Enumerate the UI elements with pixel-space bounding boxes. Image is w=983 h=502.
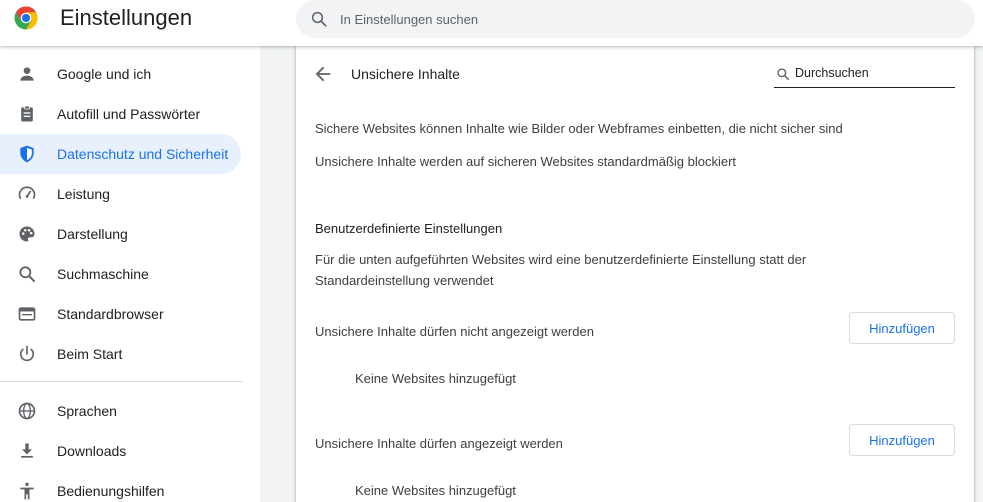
sidebar-item-label: Datenschutz und Sicherheit — [57, 146, 229, 162]
sidebar-divider — [0, 381, 243, 382]
sidebar-item-label: Leistung — [57, 186, 110, 202]
blocked-list-label: Unsichere Inhalte dürfen nicht angezeigt… — [315, 324, 594, 339]
sidebar-item-label: Suchmaschine — [57, 266, 149, 282]
accessibility-icon — [20, 482, 34, 500]
sidebar-item-sprachen[interactable]: Sprachen — [0, 391, 241, 431]
power-icon — [19, 345, 35, 362]
search-icon — [777, 68, 790, 81]
sidebar-item-autofill[interactable]: Autofill und Passwörter — [0, 94, 241, 134]
sidebar-item-downloads[interactable]: Downloads — [0, 431, 241, 471]
chrome-logo-icon — [14, 6, 38, 30]
sidebar-item-darstellung[interactable]: Darstellung — [0, 214, 241, 254]
default-state-text: Unsichere Inhalte werden auf sicheren We… — [315, 154, 737, 169]
custom-settings-description-line2: Standardeinstellung verwendet — [315, 273, 494, 288]
sidebar-item-bedienungshilfen[interactable]: Bedienungshilfen — [0, 471, 241, 502]
add-allowed-site-button[interactable]: Hinzufügen — [849, 424, 955, 456]
page-title: Unsichere Inhalte — [351, 66, 460, 82]
content-search-input[interactable] — [795, 63, 950, 83]
allowed-empty-note: Keine Websites hinzugefügt — [355, 483, 516, 498]
clipboard-icon — [21, 105, 33, 122]
person-icon — [20, 67, 34, 81]
back-arrow-icon[interactable] — [312, 63, 334, 85]
sidebar-item-label: Standardbrowser — [57, 306, 164, 322]
add-blocked-site-button[interactable]: Hinzufügen — [849, 312, 955, 344]
sidebar: Google und ich Autofill und Passwörter D… — [0, 46, 260, 502]
top-bar: Einstellungen — [0, 0, 983, 46]
sidebar-item-datenschutz[interactable]: Datenschutz und Sicherheit — [0, 134, 241, 174]
settings-search-input[interactable] — [340, 0, 940, 38]
sidebar-item-label: Darstellung — [57, 226, 128, 242]
sidebar-item-google-und-ich[interactable]: Google und ich — [0, 54, 241, 94]
custom-settings-heading: Benutzerdefinierte Einstellungen — [315, 221, 503, 236]
sidebar-item-label: Sprachen — [57, 403, 117, 419]
settings-search[interactable] — [296, 0, 975, 38]
sidebar-item-label: Bedienungshilfen — [57, 483, 165, 499]
app-title: Einstellungen — [60, 5, 193, 30]
search-icon — [19, 266, 36, 283]
sidebar-item-label: Beim Start — [57, 346, 123, 362]
sidebar-item-standardbrowser[interactable]: Standardbrowser — [0, 294, 241, 334]
blocked-empty-note: Keine Websites hinzugefügt — [355, 371, 516, 386]
allowed-list-label: Unsichere Inhalte dürfen angezeigt werde… — [315, 436, 563, 451]
palette-icon — [19, 226, 35, 242]
sidebar-item-label: Google und ich — [57, 66, 152, 82]
download-icon — [21, 443, 33, 458]
sidebar-item-label: Downloads — [57, 443, 127, 459]
sidebar-item-leistung[interactable]: Leistung — [0, 174, 241, 214]
shield-icon — [20, 145, 34, 163]
custom-settings-description-line1: Für die unten aufgeführten Websites wird… — [315, 252, 807, 267]
sidebar-item-suchmaschine[interactable]: Suchmaschine — [0, 254, 241, 294]
browser-window-icon — [18, 307, 36, 321]
search-icon — [311, 11, 327, 27]
description-text: Sichere Websites können Inhalte wie Bild… — [315, 121, 843, 136]
globe-icon — [18, 402, 36, 420]
content-search[interactable] — [774, 61, 955, 88]
sidebar-item-beim-start[interactable]: Beim Start — [0, 334, 241, 374]
speedometer-icon — [18, 186, 36, 199]
sidebar-item-label: Autofill und Passwörter — [57, 106, 201, 122]
content-card: Unsichere Inhalte Sichere Websites könne… — [296, 46, 974, 502]
